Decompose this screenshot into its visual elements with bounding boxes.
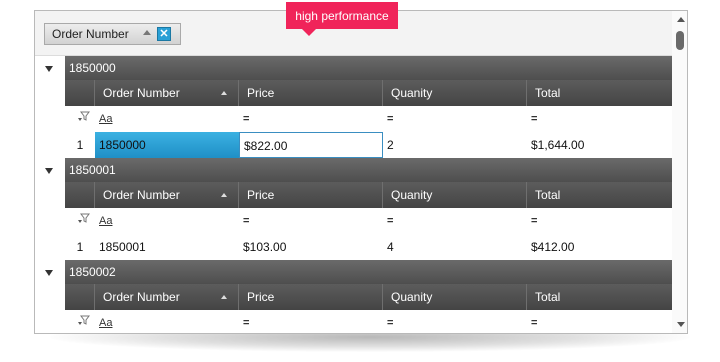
- sort-ascending-icon: [221, 295, 227, 299]
- column-header-row: Order Number Price Quanity Total: [35, 182, 672, 208]
- filter-icon[interactable]: [73, 208, 95, 234]
- arrow-down-icon[interactable]: [677, 322, 685, 327]
- equals-filter-quantity[interactable]: =: [383, 208, 527, 234]
- column-header-total[interactable]: Total: [527, 80, 672, 106]
- filter-row: Aa = = =: [35, 208, 672, 234]
- group-expand-toggle[interactable]: [35, 56, 65, 80]
- arrow-up-icon[interactable]: [677, 17, 685, 22]
- column-header-price[interactable]: Price: [239, 182, 383, 208]
- group-expand-toggle[interactable]: [35, 260, 65, 284]
- row-indicator-header: [65, 284, 95, 310]
- cell-total[interactable]: $1,644.00: [527, 132, 672, 158]
- cell-quantity[interactable]: 4: [383, 234, 527, 260]
- high-performance-callout: high performance: [286, 2, 398, 29]
- column-header-quantity[interactable]: Quanity: [383, 182, 527, 208]
- column-header-order-number[interactable]: Order Number: [95, 182, 239, 208]
- equals-filter-total[interactable]: =: [527, 310, 672, 333]
- equals-filter-quantity[interactable]: =: [383, 106, 527, 132]
- filter-icon[interactable]: [73, 106, 95, 132]
- sort-ascending-icon: [221, 91, 227, 95]
- group-header-label: 1850002: [65, 260, 672, 284]
- filter-icon-graphic: [78, 213, 90, 223]
- triangle-down-icon: [45, 168, 53, 174]
- scrollbar-thumb[interactable]: [676, 31, 684, 50]
- equals-filter-total[interactable]: =: [527, 208, 672, 234]
- filter-icon-graphic: [78, 315, 90, 325]
- equals-filter-price[interactable]: =: [239, 310, 383, 333]
- sort-ascending-icon[interactable]: [143, 30, 151, 35]
- row-number: 1: [76, 240, 84, 254]
- column-header-quantity[interactable]: Quanity: [383, 284, 527, 310]
- group-header-label: 1850001: [65, 158, 672, 182]
- sort-ascending-icon: [221, 193, 227, 197]
- equals-filter-quantity[interactable]: =: [383, 310, 527, 333]
- table-row[interactable]: 1 1850000 $822.00 2 $1,644.00: [35, 132, 672, 158]
- column-header-label: Order Number: [103, 290, 180, 304]
- cell-price[interactable]: $103.00: [239, 234, 383, 260]
- group-row-1850001[interactable]: 1850001: [35, 158, 672, 182]
- close-icon[interactable]: ✕: [157, 27, 171, 41]
- cell-order-number[interactable]: 1850000: [95, 132, 239, 158]
- column-header-row: Order Number Price Quanity Total: [35, 80, 672, 106]
- vertical-scrollbar[interactable]: [672, 11, 687, 333]
- filter-row: Aa = = =: [35, 106, 672, 132]
- group-chip-label: Order Number: [52, 27, 129, 41]
- row-indicator-header: [65, 80, 95, 106]
- column-header-order-number[interactable]: Order Number: [95, 80, 239, 106]
- callout-tail: [302, 29, 316, 36]
- equals-filter-price[interactable]: =: [239, 208, 383, 234]
- column-header-total[interactable]: Total: [527, 284, 672, 310]
- filter-icon-graphic: [78, 111, 90, 121]
- filter-icon[interactable]: [73, 310, 95, 333]
- cell-price-editing[interactable]: $822.00: [239, 132, 383, 158]
- column-header-total[interactable]: Total: [527, 182, 672, 208]
- stage: high performance Order Number ✕ 1850000 …: [0, 0, 720, 362]
- text-filter-order-number[interactable]: Aa: [95, 208, 239, 234]
- equals-filter-total[interactable]: =: [527, 106, 672, 132]
- group-expand-toggle[interactable]: [35, 158, 65, 182]
- text-filter-order-number[interactable]: Aa: [95, 106, 239, 132]
- grid-body: 1850000 Order Number Price Quanity Total…: [35, 56, 672, 333]
- group-row-1850000[interactable]: 1850000: [35, 56, 672, 80]
- filter-row: Aa = = =: [35, 310, 672, 333]
- cell-quantity[interactable]: 2: [383, 132, 527, 158]
- column-header-row: Order Number Price Quanity Total: [35, 284, 672, 310]
- column-header-quantity[interactable]: Quanity: [383, 80, 527, 106]
- column-header-order-number[interactable]: Order Number: [95, 284, 239, 310]
- cell-total[interactable]: $412.00: [527, 234, 672, 260]
- group-chip-order-number[interactable]: Order Number ✕: [44, 23, 181, 45]
- column-header-label: Order Number: [103, 188, 180, 202]
- cell-order-number[interactable]: 1850001: [95, 234, 239, 260]
- row-number: 1: [76, 138, 84, 152]
- equals-filter-price[interactable]: =: [239, 106, 383, 132]
- column-header-price[interactable]: Price: [239, 80, 383, 106]
- data-grid: Order Number ✕ 1850000 Order Number Pric…: [34, 10, 688, 334]
- triangle-down-icon: [45, 270, 53, 276]
- column-header-label: Order Number: [103, 86, 180, 100]
- column-header-price[interactable]: Price: [239, 284, 383, 310]
- text-filter-order-number[interactable]: Aa: [95, 310, 239, 333]
- triangle-down-icon: [45, 66, 53, 72]
- row-indicator-header: [65, 182, 95, 208]
- group-header-label: 1850000: [65, 56, 672, 80]
- group-row-1850002[interactable]: 1850002: [35, 260, 672, 284]
- table-row[interactable]: 1 1850001 $103.00 4 $412.00: [35, 234, 672, 260]
